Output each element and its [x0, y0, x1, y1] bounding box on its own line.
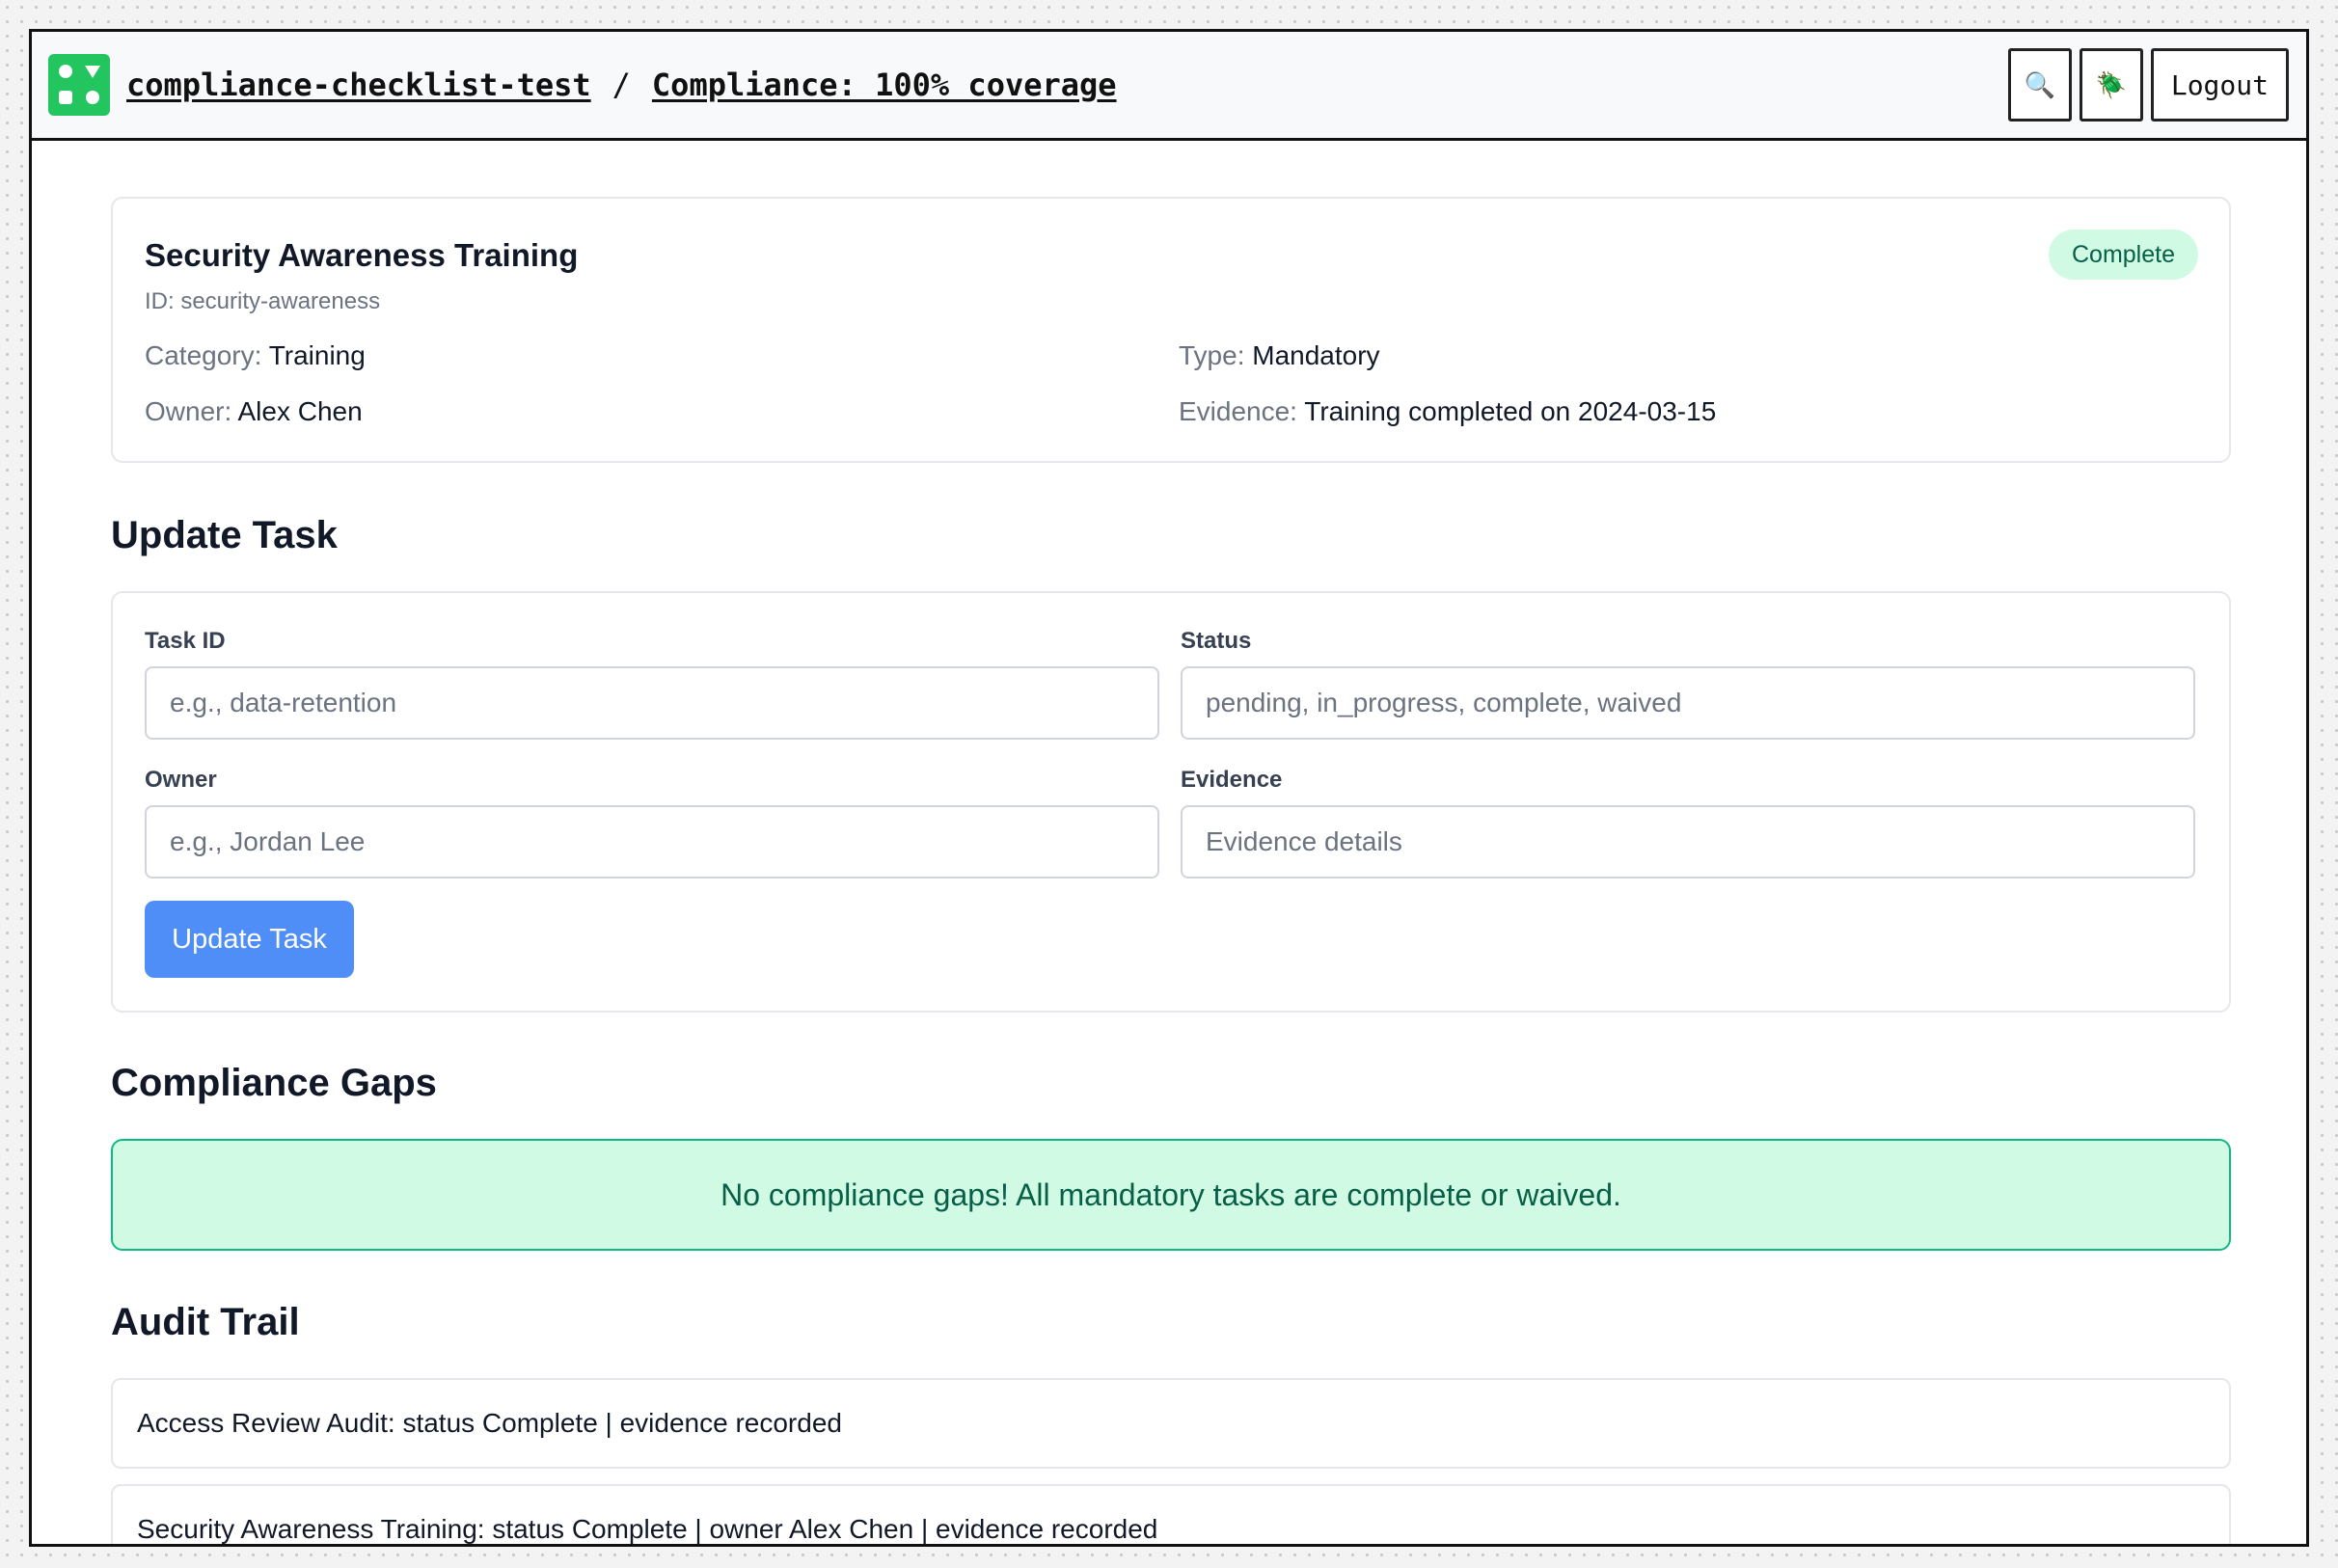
compliance-gaps-heading: Compliance Gaps: [111, 1062, 437, 1104]
task-id-label: Task ID: [145, 628, 226, 654]
task-evidence: Evidence: Training completed on 2024-03-…: [1179, 396, 1716, 427]
update-task-heading: Update Task: [111, 514, 338, 556]
search-button[interactable]: 🔍: [2007, 48, 2072, 122]
evidence-input[interactable]: [1181, 805, 2195, 879]
task-id-input[interactable]: [145, 666, 1159, 740]
task-category: Category: Training: [145, 340, 366, 371]
type-key: Type:: [1179, 340, 1245, 370]
audit-entry: Security Awareness Training: status Comp…: [111, 1484, 2231, 1544]
bug-icon: 🪲: [2095, 69, 2128, 99]
status-badge: Complete: [2049, 230, 2198, 280]
audit-trail-heading: Audit Trail: [111, 1301, 300, 1343]
task-detail-card: Security Awareness Training ID: security…: [111, 197, 2231, 463]
evidence-value: Training completed on 2024-03-15: [1304, 396, 1717, 426]
audit-entry: Access Review Audit: status Complete | e…: [111, 1378, 2231, 1469]
update-task-button[interactable]: Update Task: [145, 901, 354, 978]
bug-report-button[interactable]: 🪲: [2079, 48, 2143, 122]
task-owner: Owner: Alex Chen: [145, 396, 363, 427]
owner-input[interactable]: [145, 805, 1159, 879]
owner-value: Alex Chen: [237, 396, 363, 426]
category-value: Training: [268, 340, 366, 370]
status-input[interactable]: [1181, 666, 2195, 740]
app-logo-icon: [48, 54, 110, 116]
update-task-form: Task ID Status Owner Evidence Update Tas…: [111, 591, 2231, 1013]
type-value: Mandatory: [1252, 340, 1380, 370]
evidence-key: Evidence:: [1179, 396, 1297, 426]
task-title: Security Awareness Training: [145, 237, 579, 273]
status-label: Status: [1181, 628, 1252, 654]
top-bar: compliance-checklist-test / Compliance: …: [32, 32, 2306, 141]
app-window: compliance-checklist-test / Compliance: …: [29, 29, 2309, 1547]
breadcrumb-separator: /: [612, 67, 631, 103]
breadcrumb-page-link[interactable]: Compliance: 100% coverage: [652, 67, 1117, 103]
owner-label: Owner: [145, 767, 217, 793]
task-type: Type: Mandatory: [1179, 340, 1380, 371]
search-icon: 🔍: [2024, 69, 2056, 99]
breadcrumb-project-link[interactable]: compliance-checklist-test: [126, 67, 591, 103]
logout-button[interactable]: Logout: [2150, 48, 2289, 122]
category-key: Category:: [145, 340, 262, 370]
breadcrumb: compliance-checklist-test / Compliance: …: [126, 67, 1117, 103]
owner-key: Owner:: [145, 396, 232, 426]
top-actions: 🔍 🪲 Logout: [2007, 48, 2289, 122]
evidence-label: Evidence: [1181, 767, 1283, 793]
task-id: ID: security-awareness: [145, 288, 381, 314]
no-gaps-alert: No compliance gaps! All mandatory tasks …: [111, 1139, 2231, 1251]
